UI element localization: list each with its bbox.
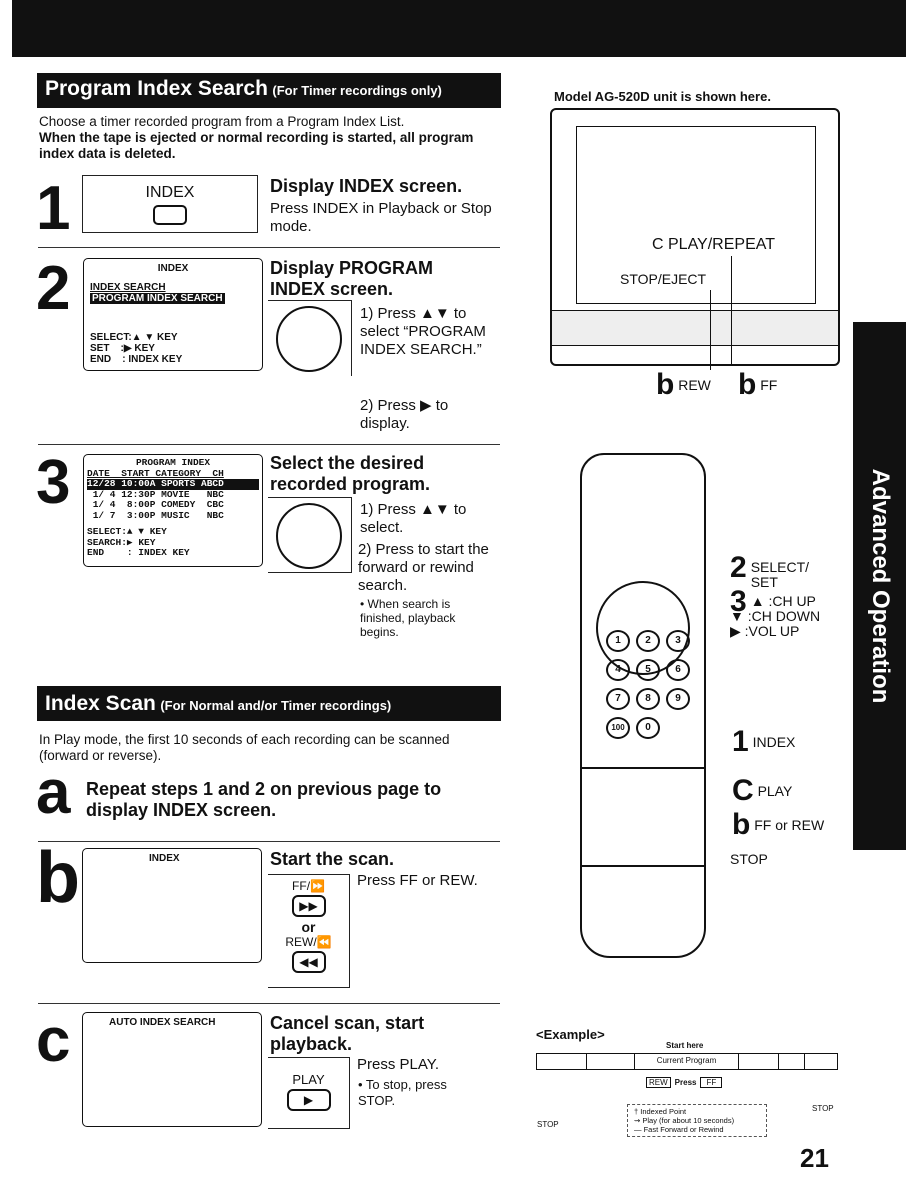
remote-label-ff-rew: b FF or REW — [732, 808, 825, 841]
example-title: <Example> — [536, 1027, 605, 1042]
step-letter: b — [36, 838, 80, 918]
divider — [38, 247, 500, 248]
dpad-icon — [276, 503, 342, 569]
tv-label-play-repeat: C PLAY/REPEAT — [652, 236, 775, 253]
tv-caption: Model AG-520D unit is shown here. — [554, 89, 771, 104]
step-letter: a — [36, 758, 71, 827]
remote-number-keys: 1 2 3 4 5 6 7 8 9 100 0 — [606, 630, 696, 739]
step-substep: 2) Press to start the forward or rewind … — [358, 541, 489, 594]
intro-text: In Play mode, the first 10 seconds of ea… — [39, 732, 450, 763]
divider — [38, 841, 500, 842]
button-icon — [153, 205, 187, 225]
step-heading: Repeat steps 1 and 2 on previous page to… — [86, 779, 442, 820]
dpad-icon — [276, 306, 342, 372]
step-number: 3 — [36, 448, 71, 517]
remote-label-play: C PLAY — [732, 774, 793, 807]
index-button-illustration: INDEX — [82, 175, 258, 233]
tv-label-stop-eject: STOP/EJECT — [620, 271, 707, 287]
section-header-program-index-search: Program Index Search (For Timer recordin… — [37, 73, 501, 108]
step-number: 1 — [36, 174, 71, 243]
remote-label-ch-vol: 3 ▲ :CH UP ▼ :CH DOWN ▶ :VOL UP — [730, 585, 821, 639]
step-heading: Display INDEX screen. — [270, 176, 463, 196]
step-heading: Start the scan. — [270, 849, 395, 869]
example-timeline: Current Program — [536, 1053, 838, 1070]
step-heading: Select the desired recorded program. — [270, 453, 431, 494]
dpad-illustration — [268, 300, 352, 376]
top-banner — [12, 0, 906, 57]
example-legend: † Indexed Point ⇝ Play (for about 10 sec… — [627, 1104, 767, 1137]
ff-rew-illustration: FF/⏩ ▶▶ or REW/⏪ ◀◀ — [268, 874, 350, 988]
leader-line — [731, 256, 732, 366]
play-illustration: PLAY ▶ — [268, 1057, 350, 1129]
intro-text: Choose a timer recorded program from a P… — [39, 114, 474, 161]
step-text: Press INDEX in Playback or Stop mode. — [270, 200, 492, 235]
example-press-row: REW Press FF — [646, 1077, 723, 1088]
step-heading: Cancel scan, start playback. — [270, 1013, 425, 1054]
step-heading: Display PROGRAM INDEX screen. — [270, 258, 434, 299]
step-number: 2 — [36, 254, 71, 323]
remote-label-stop: STOP — [730, 851, 768, 867]
program-index-screen: PROGRAM INDEX DATE START CATEGORY CH 12/… — [83, 454, 263, 567]
tv-label-rew: b REW — [656, 368, 711, 401]
divider — [38, 1003, 500, 1004]
step-substep: 1) Press ▲▼ to select. — [360, 501, 467, 536]
tv-control-panel — [552, 310, 838, 346]
remote-transport-section — [582, 767, 704, 867]
step-substep: 2) Press ▶ to display. — [360, 397, 449, 432]
dpad-illustration — [268, 497, 352, 573]
step-note: • When search is finished, playback begi… — [360, 597, 456, 639]
leader-line — [710, 290, 711, 370]
side-tab: Advanced Operation — [853, 322, 906, 850]
divider — [38, 444, 500, 445]
step-note: • To stop, press STOP. — [358, 1077, 447, 1108]
remote-label-index: 1 INDEX — [732, 725, 796, 758]
step-text: Press FF or REW. — [357, 872, 478, 889]
tv-label-ff: b FF — [738, 368, 778, 401]
index-screen: INDEX INDEX SEARCH PROGRAM INDEX SEARCH … — [83, 258, 263, 371]
play-icon: ▶ — [286, 1089, 331, 1111]
ff-icon: ▶▶ — [291, 895, 326, 917]
rew-icon: ◀◀ — [291, 951, 326, 973]
section-header-index-scan: Index Scan (For Normal and/or Timer reco… — [37, 686, 501, 721]
example-start-here: Start here — [666, 1041, 704, 1050]
example-stop-left: STOP — [537, 1120, 559, 1129]
index-screen: INDEX — [82, 848, 262, 963]
example-stop-right: STOP — [812, 1104, 834, 1113]
step-text: Press PLAY. — [357, 1056, 439, 1073]
auto-index-search-screen: AUTO INDEX SEARCH — [82, 1012, 262, 1127]
step-substep: 1) Press ▲▼ to select “PROGRAM INDEX SEA… — [360, 305, 486, 358]
step-letter: c — [36, 1006, 71, 1075]
page-number: 21 — [800, 1143, 829, 1173]
